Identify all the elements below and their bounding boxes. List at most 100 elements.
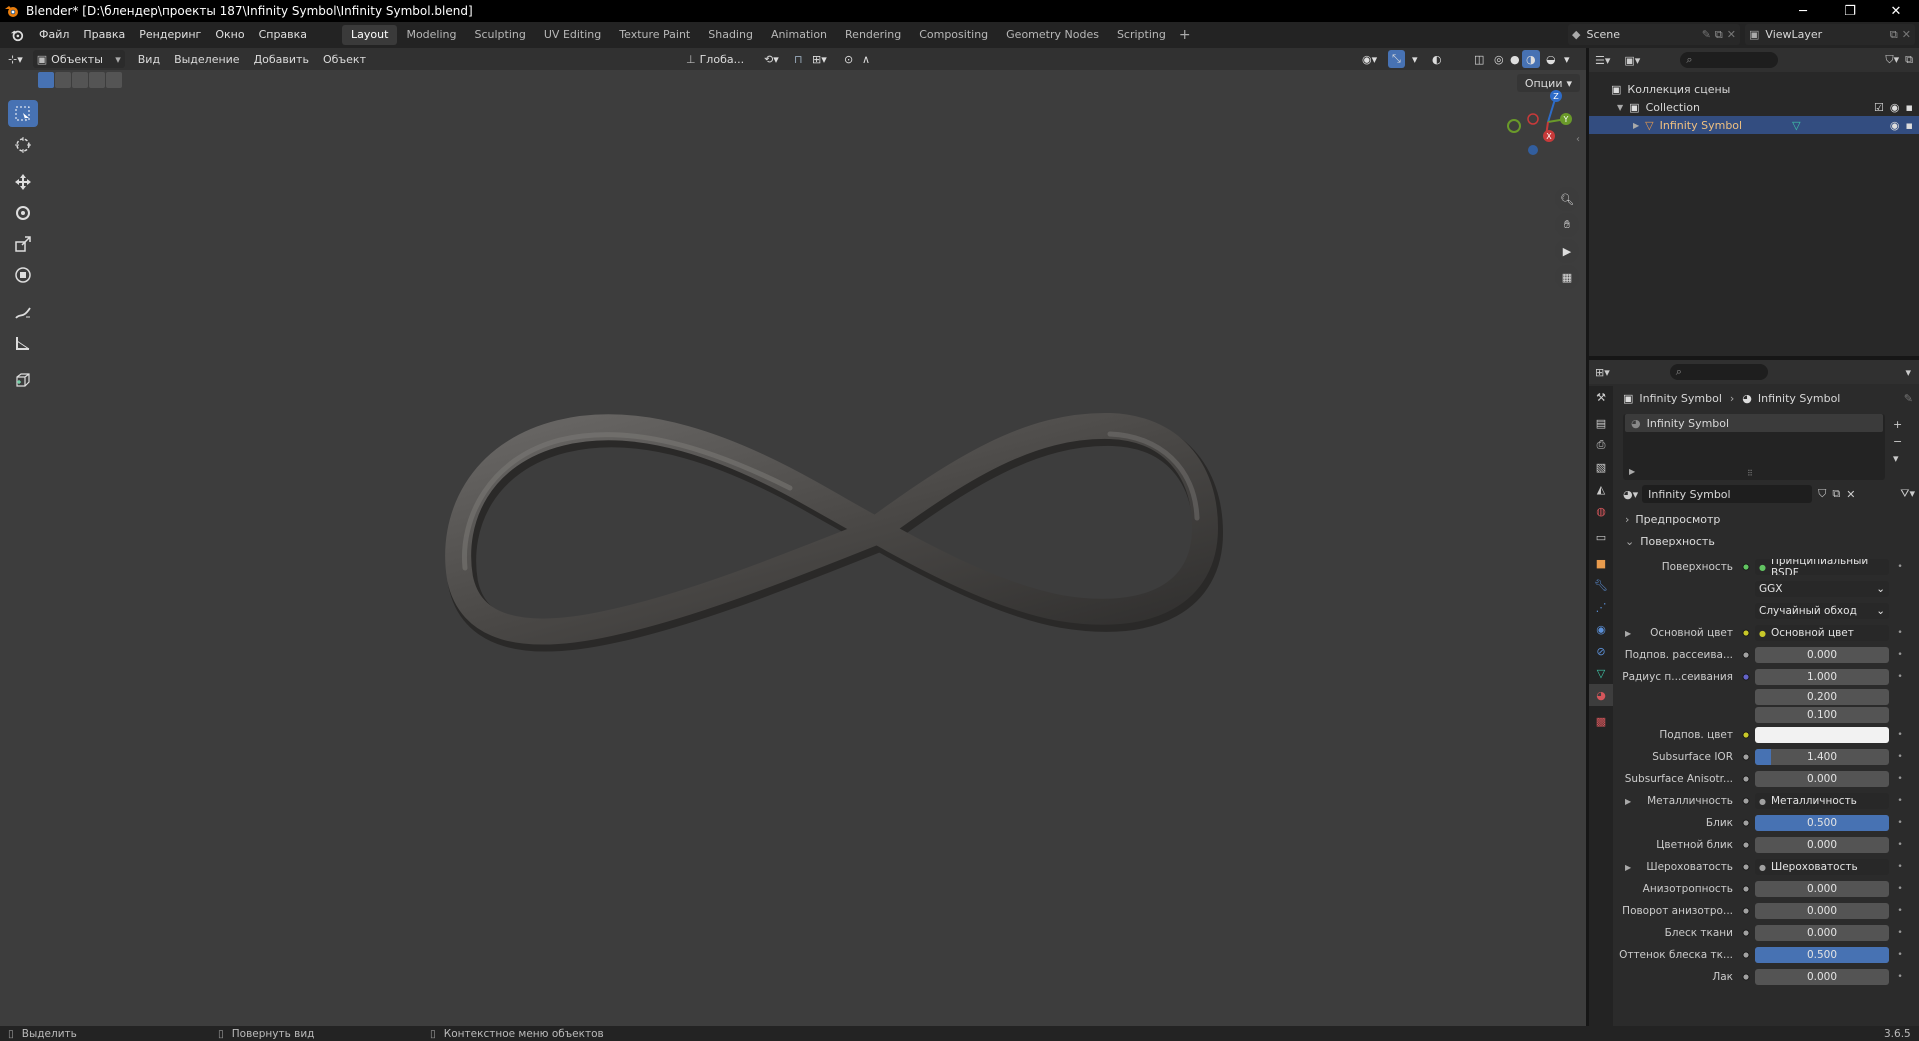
keyframe-dot-icon[interactable]: • bbox=[1895, 730, 1905, 740]
display-mode-icon[interactable]: ▣▾ bbox=[1624, 54, 1640, 67]
render-camera-icon[interactable]: ▪ bbox=[1906, 101, 1913, 114]
preview-panel-header[interactable]: › Предпросмотр bbox=[1617, 508, 1919, 530]
zoom-view-button[interactable]: 🔍︎ bbox=[1555, 187, 1579, 211]
add-workspace-button[interactable]: + bbox=[1179, 27, 1191, 43]
keyframe-dot-icon[interactable]: • bbox=[1895, 672, 1905, 682]
material-slot-list[interactable]: ◕ Infinity Symbol ▶ ⠿ bbox=[1623, 414, 1885, 480]
number-slider-field[interactable]: 0.200 bbox=[1755, 689, 1889, 705]
socket-dot-icon[interactable] bbox=[1741, 884, 1751, 894]
visibility-eye-icon[interactable]: ◉ bbox=[1890, 119, 1900, 132]
expand-arrow-icon[interactable]: ▶ bbox=[1625, 863, 1631, 872]
number-slider-field[interactable]: 0.500 bbox=[1755, 815, 1889, 831]
select-dropdown[interactable]: Случайный обход ⌄ bbox=[1755, 603, 1889, 619]
keyframe-dot-icon[interactable]: • bbox=[1895, 562, 1905, 572]
tab-constraints[interactable]: ⊘ bbox=[1589, 640, 1613, 662]
select-invert-icon[interactable] bbox=[89, 72, 105, 88]
socket-dot-icon[interactable] bbox=[1741, 928, 1751, 938]
move-tool[interactable] bbox=[8, 168, 38, 195]
scale-tool[interactable] bbox=[8, 230, 38, 257]
menu-help[interactable]: Справка bbox=[252, 22, 314, 48]
shading-solid-button[interactable]: ● bbox=[1506, 50, 1524, 68]
visibility-dropdown[interactable]: ◉▾ bbox=[1358, 50, 1381, 68]
pin-icon[interactable]: ✎ bbox=[1904, 392, 1913, 405]
outliner-collection[interactable]: ▼ ▣ Collection ☑ ◉ ▪ bbox=[1589, 98, 1919, 116]
shading-material-button[interactable]: ◑ bbox=[1522, 50, 1540, 68]
select-dropdown[interactable]: GGX ⌄ bbox=[1755, 581, 1889, 597]
socket-dot-icon[interactable] bbox=[1741, 730, 1751, 740]
material-name-field[interactable]: Infinity Symbol bbox=[1642, 485, 1813, 503]
transform-tool[interactable] bbox=[8, 261, 38, 288]
slot-menu-button[interactable]: ▾ bbox=[1893, 452, 1902, 465]
menu-window[interactable]: Окно bbox=[208, 22, 251, 48]
select-new-icon[interactable] bbox=[38, 72, 54, 88]
perspective-toggle-button[interactable]: ▦ bbox=[1555, 265, 1579, 289]
keyframe-dot-icon[interactable]: • bbox=[1895, 796, 1905, 806]
socket-dot-icon[interactable] bbox=[1741, 950, 1751, 960]
gizmo-neg-z[interactable] bbox=[1528, 145, 1538, 155]
close-button[interactable]: ✕ bbox=[1873, 0, 1919, 22]
render-camera-icon[interactable]: ▪ bbox=[1906, 119, 1913, 132]
outliner-editor-type-icon[interactable]: ☰▾ bbox=[1595, 54, 1610, 67]
new-collection-icon[interactable]: ⧉ bbox=[1905, 53, 1913, 67]
tab-tool[interactable]: ⚒ bbox=[1589, 386, 1613, 408]
view-layer-selector[interactable]: ▣ ViewLayer ⧉ ✕ bbox=[1745, 24, 1915, 45]
add-slot-button[interactable]: + bbox=[1893, 418, 1902, 431]
unlink-material-icon[interactable]: ✕ bbox=[1846, 488, 1855, 501]
proportional-edit-toggle[interactable]: ⊙ bbox=[840, 50, 857, 68]
duplicate-material-icon[interactable]: ⧉ bbox=[1832, 487, 1840, 501]
menu-select[interactable]: Выделение bbox=[167, 53, 247, 66]
shading-rendered-button[interactable]: ◒ bbox=[1542, 50, 1560, 68]
linked-input-field[interactable]: ● Металличность bbox=[1755, 793, 1889, 809]
gizmo-neg-x[interactable] bbox=[1527, 113, 1539, 125]
collapse-sidebar-icon[interactable]: ‹ bbox=[1576, 134, 1580, 145]
tab-shading[interactable]: Shading bbox=[699, 25, 762, 45]
tab-output[interactable]: ⎙ bbox=[1589, 434, 1613, 456]
number-slider-field[interactable]: 0.000 bbox=[1755, 969, 1889, 985]
socket-dot-icon[interactable] bbox=[1741, 796, 1751, 806]
snap-toggle[interactable]: ⊓ bbox=[790, 50, 807, 68]
tab-uv-editing[interactable]: UV Editing bbox=[535, 25, 610, 45]
3d-viewport[interactable]: ⊹▾ ▣ Объекты ▾ Вид Выделение Добавить Об… bbox=[0, 48, 1586, 1026]
number-slider-field[interactable]: 0.000 bbox=[1755, 771, 1889, 787]
number-slider-field[interactable]: 1.000 bbox=[1755, 669, 1889, 685]
tab-compositing[interactable]: Compositing bbox=[910, 25, 997, 45]
linked-input-field[interactable]: ● Основной цвет bbox=[1755, 625, 1889, 641]
gizmo-toggle[interactable]: ⤡ bbox=[1388, 50, 1405, 68]
number-slider-field[interactable]: 0.000 bbox=[1755, 903, 1889, 919]
rotate-tool[interactable] bbox=[8, 199, 38, 226]
tab-animation[interactable]: Animation bbox=[762, 25, 836, 45]
properties-editor-type-icon[interactable]: ⊞▾ bbox=[1595, 366, 1610, 379]
keyframe-dot-icon[interactable]: • bbox=[1895, 650, 1905, 660]
tab-scene[interactable]: ◭ bbox=[1589, 478, 1613, 500]
remove-slot-button[interactable]: − bbox=[1893, 435, 1902, 448]
pivot-point-button[interactable]: ⟲▾ bbox=[760, 50, 783, 68]
keyframe-dot-icon[interactable]: • bbox=[1895, 628, 1905, 638]
socket-dot-icon[interactable] bbox=[1741, 818, 1751, 828]
outliner-object-row[interactable]: ▶ ▽ Infinity Symbol ▽ ◉ ▪ bbox=[1589, 116, 1919, 134]
keyframe-dot-icon[interactable]: • bbox=[1895, 840, 1905, 850]
outliner-scene-collection[interactable]: ▣ Коллекция сцены bbox=[1589, 80, 1919, 98]
menu-edit[interactable]: Правка bbox=[76, 22, 132, 48]
menu-view[interactable]: Вид bbox=[131, 53, 167, 66]
outliner-search-input[interactable]: ⌕ bbox=[1680, 52, 1779, 68]
select-subtract-icon[interactable] bbox=[72, 72, 88, 88]
annotate-tool[interactable] bbox=[8, 298, 38, 325]
socket-dot-icon[interactable] bbox=[1741, 774, 1751, 784]
editor-type-button[interactable]: ⊹▾ bbox=[4, 50, 27, 68]
scene-selector[interactable]: ◆ Scene ✎ ⧉ ✕ bbox=[1568, 24, 1740, 45]
tab-world[interactable]: ◍ bbox=[1589, 500, 1613, 522]
browse-material-icon[interactable]: ◕▾ bbox=[1623, 488, 1638, 501]
expand-arrow-icon[interactable]: ▶ bbox=[1625, 797, 1631, 806]
select-intersect-icon[interactable] bbox=[106, 72, 122, 88]
tab-modeling[interactable]: Modeling bbox=[397, 25, 465, 45]
new-view-layer-icon[interactable]: ⧉ bbox=[1890, 28, 1898, 42]
pan-view-button[interactable]: ✋︎ bbox=[1555, 213, 1579, 237]
linked-input-field[interactable]: ● Шероховатость bbox=[1755, 859, 1889, 875]
new-scene-icon[interactable]: ⧉ bbox=[1715, 28, 1723, 42]
linked-input-field[interactable]: ● Принципиальный BSDF bbox=[1755, 559, 1889, 575]
number-slider-field[interactable]: 0.100 bbox=[1755, 707, 1889, 723]
socket-dot-icon[interactable] bbox=[1741, 562, 1751, 572]
socket-dot-icon[interactable] bbox=[1741, 650, 1751, 660]
tab-geometry-nodes[interactable]: Geometry Nodes bbox=[997, 25, 1108, 45]
select-extend-icon[interactable] bbox=[55, 72, 71, 88]
